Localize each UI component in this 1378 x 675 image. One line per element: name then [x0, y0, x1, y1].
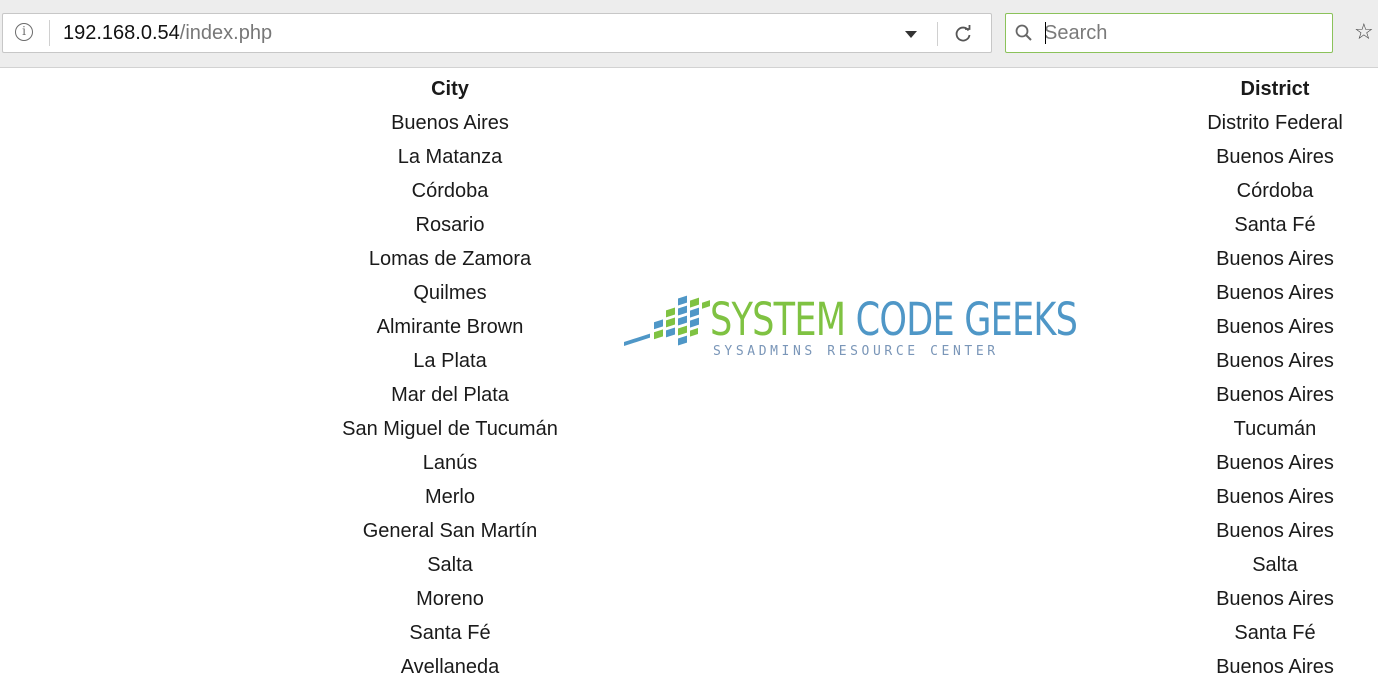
info-icon[interactable]: i — [15, 23, 33, 41]
browser-toolbar: i 192.168.0.54/index.php ☆ — [0, 0, 1378, 68]
district-cell: Buenos Aires — [1216, 282, 1334, 304]
district-cell: Buenos Aires — [1216, 384, 1334, 406]
city-column: City Buenos Aires La Matanza Córdoba Rosari… — [250, 72, 650, 675]
district-cell: Buenos Aires — [1216, 316, 1334, 338]
city-cell: Mar del Plata — [391, 384, 509, 406]
reload-divider — [937, 22, 938, 46]
logo-title: SYSTEM CODE GEEKS — [710, 293, 1078, 346]
page-content: City Buenos Aires La Matanza Córdoba Rosari… — [0, 68, 1378, 675]
logo-subtitle: SYSADMINS RESOURCE CENTER — [713, 344, 999, 359]
city-cell: Quilmes — [413, 282, 487, 304]
city-cell: Córdoba — [411, 180, 489, 202]
logo-title-part1: SYSTEM — [710, 293, 846, 346]
district-cell: Santa Fé — [1234, 622, 1316, 644]
city-cell: San Miguel de Tucumán — [342, 418, 558, 440]
city-cell: Merlo — [424, 486, 475, 508]
city-cell: General San Martín — [362, 520, 538, 542]
city-cell: Almirante Brown — [376, 316, 524, 338]
district-cell: Buenos Aires — [1216, 486, 1334, 508]
district-cell: Buenos Aires — [1216, 146, 1334, 168]
district-cell: Buenos Aires — [1216, 520, 1334, 542]
url-path: /index.php — [179, 22, 273, 44]
district-header: District — [1240, 78, 1310, 100]
district-cell: Córdoba — [1236, 180, 1314, 202]
logo-title-part2: CODE GEEKS — [855, 293, 1078, 346]
city-cell: Santa Fé — [409, 622, 491, 644]
district-cell: Buenos Aires — [1216, 452, 1334, 474]
search-input[interactable] — [1044, 16, 1324, 50]
district-cell: Buenos Aires — [1216, 588, 1334, 610]
text-caret — [1045, 22, 1046, 44]
url-bar[interactable]: i 192.168.0.54/index.php — [2, 13, 992, 53]
district-cell: Santa Fé — [1234, 214, 1316, 236]
url-text[interactable]: 192.168.0.54/index.php — [63, 22, 272, 44]
city-cell: Lomas de Zamora — [368, 248, 532, 270]
district-cell: Buenos Aires — [1216, 656, 1334, 675]
system-code-geeks-logo: SYSTEM CODE GEEKS SYSADMINS RESOURCE CEN… — [618, 290, 1078, 380]
city-cell: Salta — [427, 554, 473, 576]
city-cell: Moreno — [416, 588, 484, 610]
district-cell: Salta — [1252, 554, 1298, 576]
city-cell: Lanús — [422, 452, 478, 474]
district-cell: Distrito Federal — [1207, 112, 1343, 134]
search-icon — [1015, 24, 1032, 41]
district-cell: Buenos Aires — [1216, 248, 1334, 270]
city-cell: La Plata — [413, 350, 487, 372]
district-cell: Buenos Aires — [1216, 350, 1334, 372]
url-bar-divider — [49, 20, 50, 46]
reload-icon[interactable] — [953, 24, 973, 44]
bookmark-star-icon[interactable]: ☆ — [1354, 22, 1374, 44]
dropdown-arrow-icon[interactable] — [905, 31, 917, 38]
url-host: 192.168.0.54 — [63, 22, 180, 44]
city-header: City — [431, 78, 469, 100]
district-cell: Tucumán — [1233, 418, 1317, 440]
district-column: District Distrito Federal Buenos Aires Cór… — [1150, 72, 1378, 675]
city-cell: Avellaneda — [400, 656, 500, 675]
logo-mark-icon — [624, 295, 710, 347]
city-cell: Buenos Aires — [391, 112, 509, 134]
city-cell: Rosario — [415, 214, 485, 236]
search-bar[interactable] — [1005, 13, 1333, 53]
city-cell: La Matanza — [397, 146, 503, 168]
